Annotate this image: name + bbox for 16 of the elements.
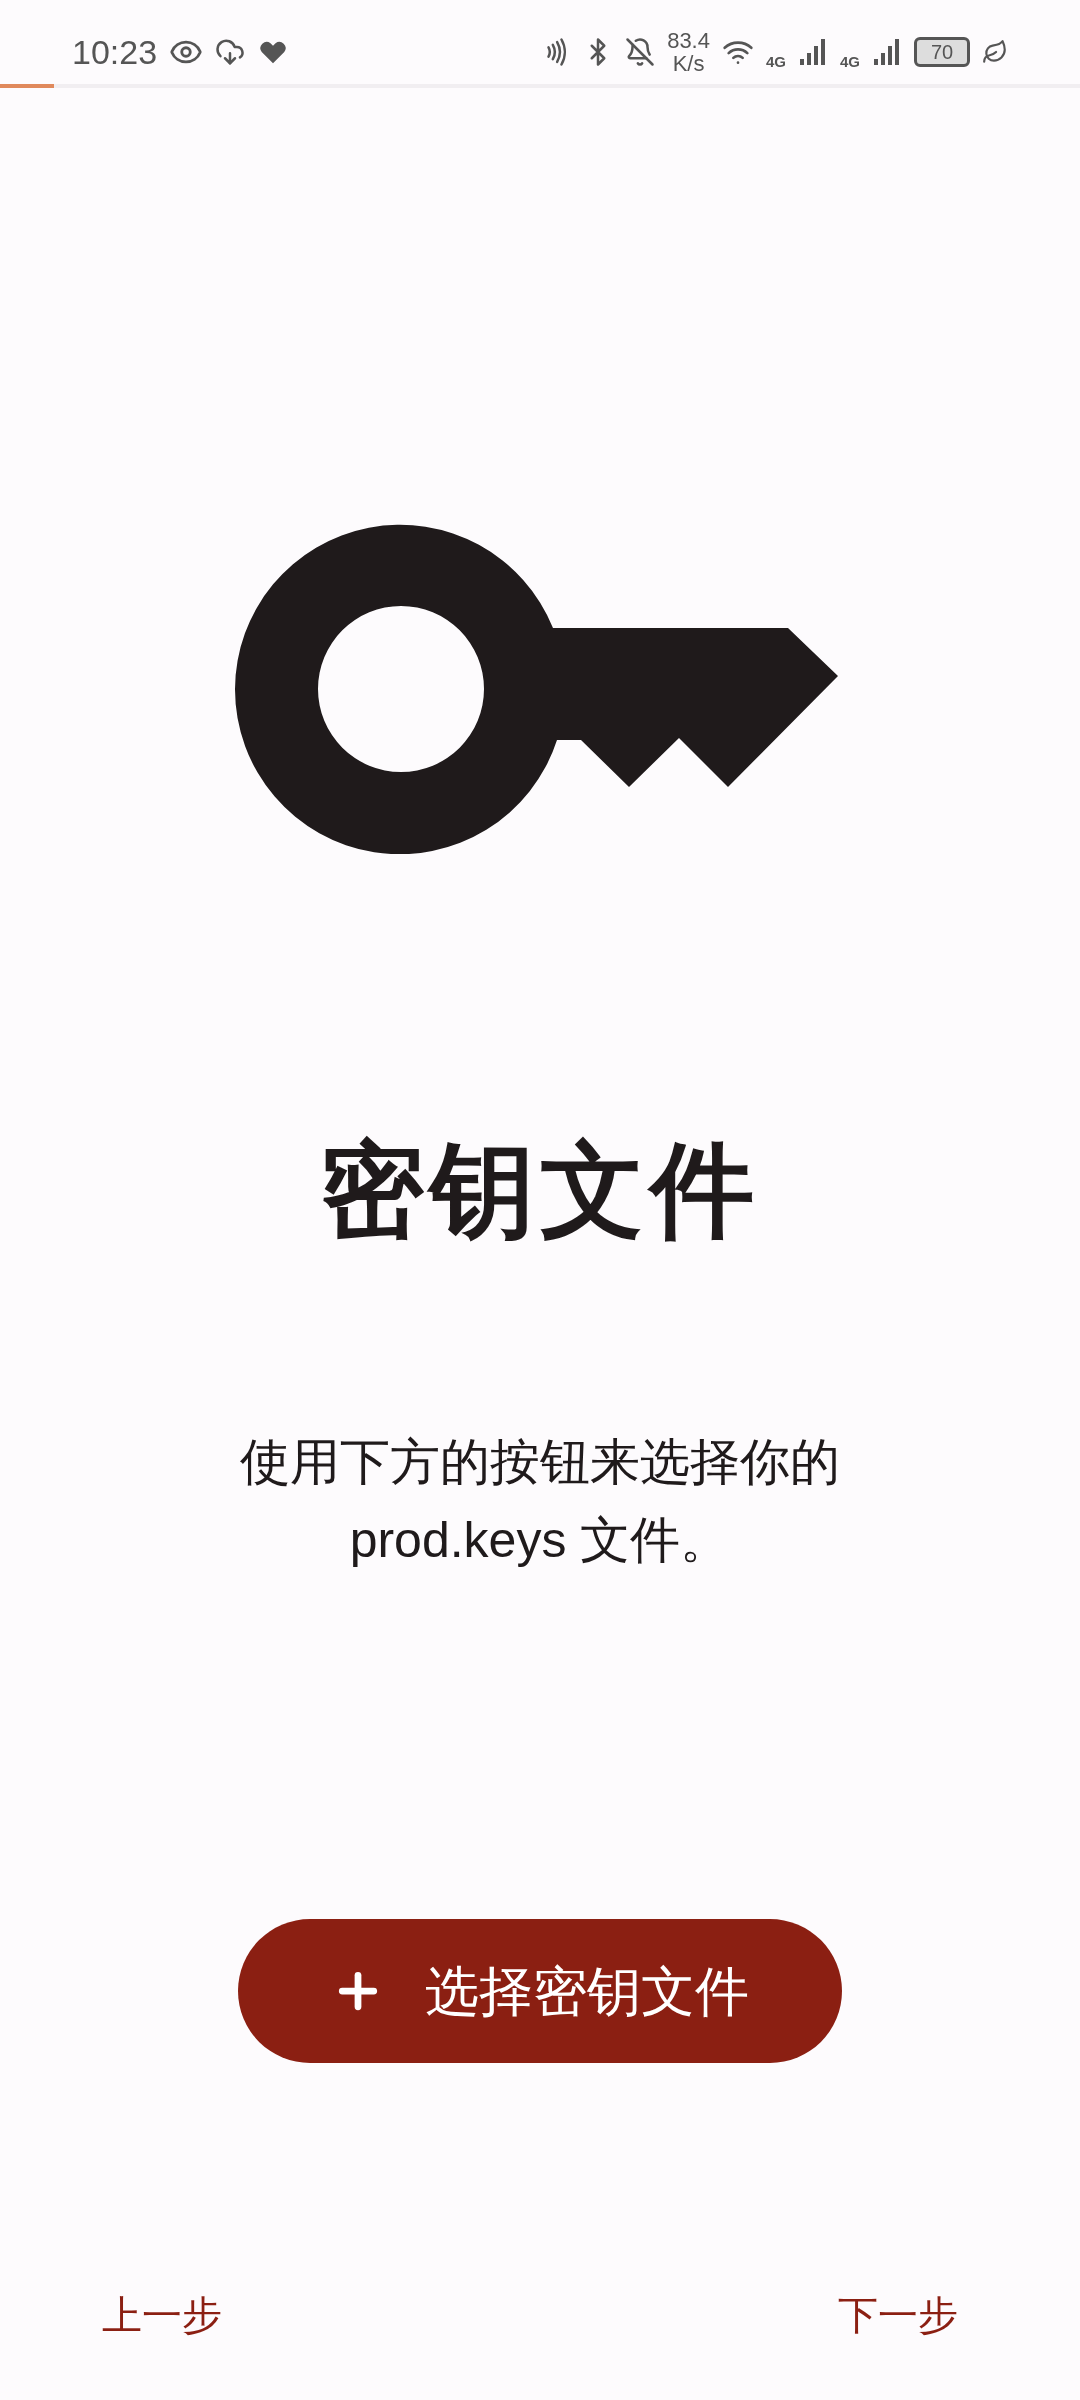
network-speed: 83.4 xyxy=(667,28,710,52)
network-speed-unit: K/s xyxy=(672,52,705,76)
page-title: 密钥文件 xyxy=(319,1131,761,1250)
back-button[interactable]: 上一步 xyxy=(94,2285,230,2345)
bell-off-icon xyxy=(625,37,656,67)
cloud-download-icon xyxy=(215,37,246,67)
network-type: 4G xyxy=(765,51,786,72)
select-keys-button[interactable]: 选择密钥文件 xyxy=(238,1919,842,2063)
description: 使用下方的按钮来选择你的 prod.keys 文件。 xyxy=(239,1433,841,1570)
next-button[interactable]: 下一步 xyxy=(830,2285,966,2345)
battery-level: 70 xyxy=(930,40,954,65)
clock: 10:23 xyxy=(72,31,158,73)
signal-icon xyxy=(872,37,902,67)
signal-icon xyxy=(798,37,828,67)
leaf-icon xyxy=(982,39,1008,65)
network-type: 4G xyxy=(840,51,860,72)
